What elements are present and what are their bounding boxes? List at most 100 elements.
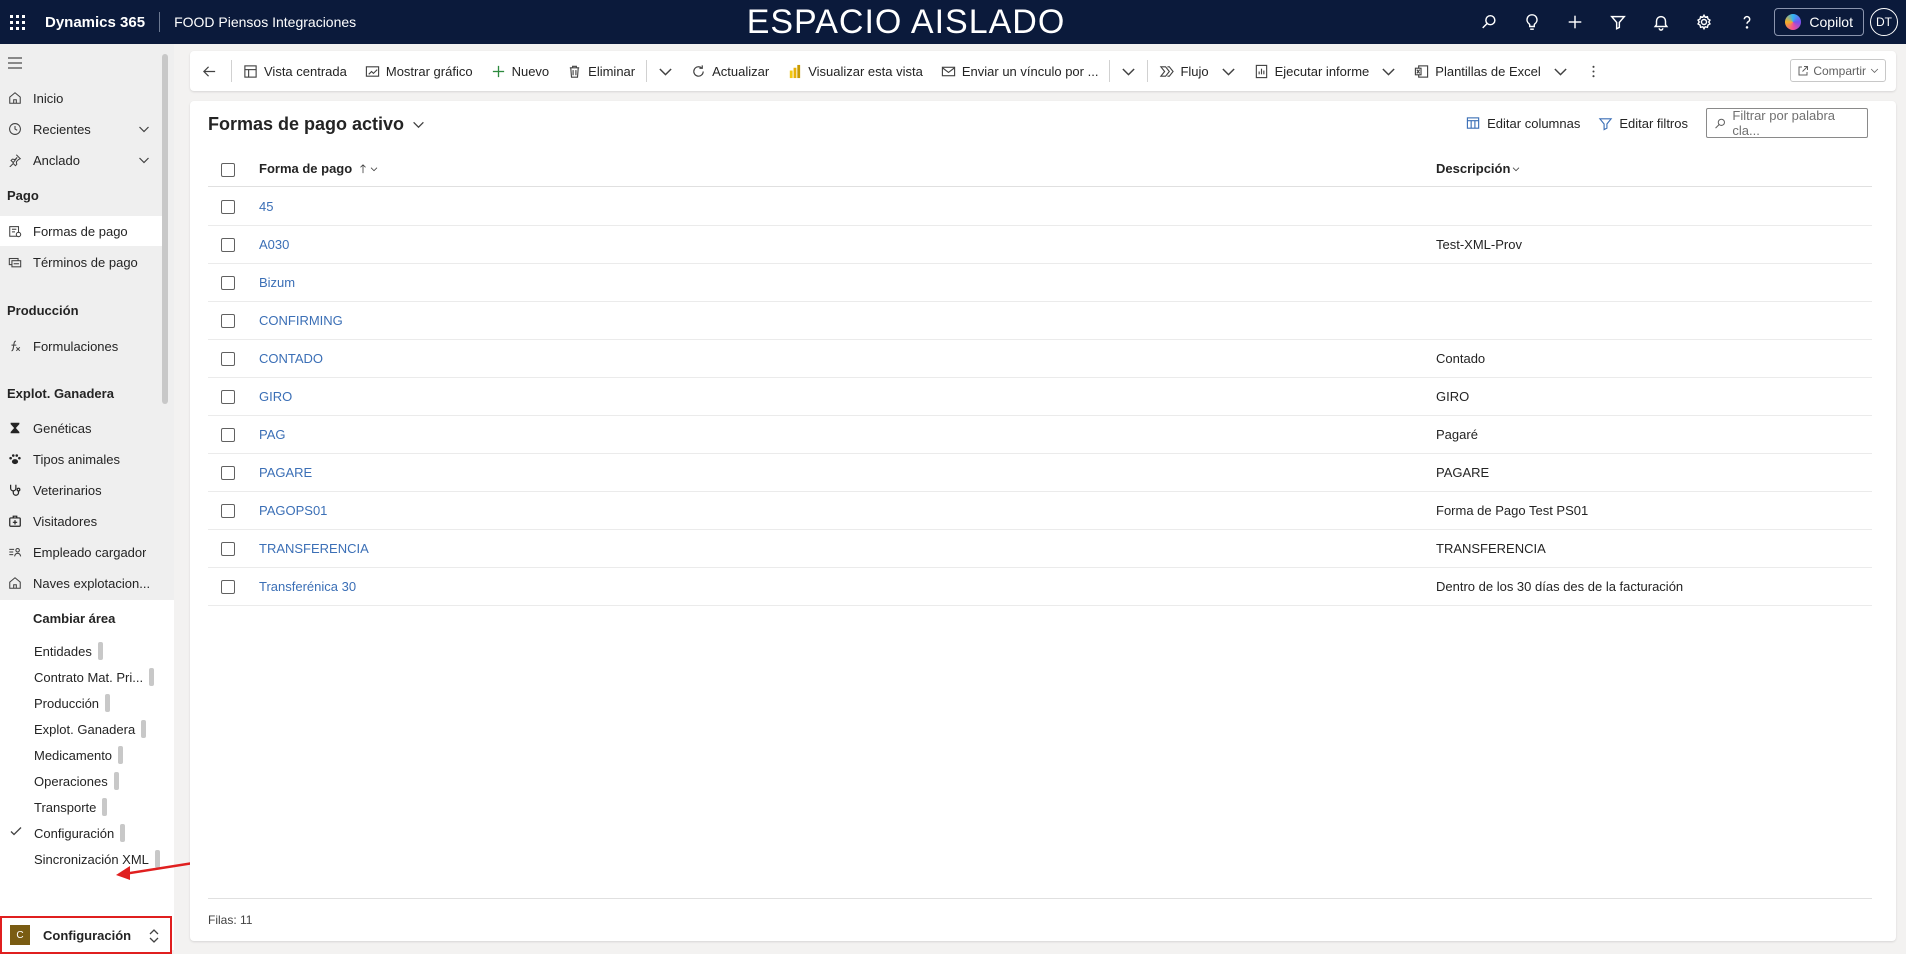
record-link[interactable]: Bizum bbox=[259, 275, 295, 290]
table-row[interactable]: PAG Pagaré bbox=[208, 416, 1872, 454]
row-checkbox[interactable] bbox=[221, 428, 235, 442]
search-icon[interactable] bbox=[1467, 0, 1510, 44]
row-checkbox[interactable] bbox=[221, 504, 235, 518]
keyword-filter-input[interactable]: Filtrar por palabra cla... bbox=[1706, 108, 1868, 138]
environment-name[interactable]: FOOD Piensos Integraciones bbox=[174, 14, 356, 30]
record-link[interactable]: Transferénica 30 bbox=[259, 579, 356, 594]
sidebar-item-loader-employee[interactable]: Empleado cargador bbox=[0, 537, 162, 567]
visualize-view-button[interactable]: Visualizar esta vista bbox=[778, 51, 932, 91]
area-item-transport[interactable]: Transporte bbox=[34, 797, 108, 817]
sidebar-item-veterinarians[interactable]: Veterinarios bbox=[0, 475, 162, 505]
sidebar-item-formulations[interactable]: Formulaciones bbox=[0, 331, 162, 361]
record-link[interactable]: CONFIRMING bbox=[259, 313, 343, 328]
email-link-button[interactable]: Enviar un vínculo por ... bbox=[932, 51, 1108, 91]
gear-icon[interactable] bbox=[1682, 0, 1725, 44]
row-checkbox[interactable] bbox=[221, 352, 235, 366]
row-checkbox[interactable] bbox=[221, 466, 235, 480]
row-checkbox[interactable] bbox=[221, 276, 235, 290]
row-checkbox[interactable] bbox=[221, 200, 235, 214]
sidebar-item-label: Inicio bbox=[33, 90, 64, 106]
record-link[interactable]: PAG bbox=[259, 427, 286, 442]
button-label: Nuevo bbox=[511, 63, 550, 79]
table-row[interactable]: PAGOPS01 Forma de Pago Test PS01 bbox=[208, 492, 1872, 530]
sidebar-item-genetics[interactable]: Genéticas bbox=[0, 413, 162, 443]
chevron-down-icon[interactable] bbox=[138, 123, 150, 135]
more-delete-options[interactable] bbox=[649, 51, 682, 91]
delete-button[interactable]: Eliminar bbox=[558, 51, 644, 91]
record-link[interactable]: TRANSFERENCIA bbox=[259, 541, 369, 556]
flow-button[interactable]: Flujo bbox=[1150, 51, 1244, 91]
area-item-production[interactable]: Producción bbox=[34, 693, 111, 713]
sidebar-item-label: Anclado bbox=[33, 152, 80, 168]
row-checkbox[interactable] bbox=[221, 542, 235, 556]
bell-icon[interactable] bbox=[1639, 0, 1682, 44]
run-report-button[interactable]: Ejecutar informe bbox=[1245, 51, 1406, 91]
record-link[interactable]: GIRO bbox=[259, 389, 292, 404]
table-row[interactable]: 45 bbox=[208, 188, 1872, 226]
user-avatar[interactable]: DT bbox=[1870, 8, 1898, 36]
sidebar-item-payment-methods[interactable]: Formas de pago bbox=[0, 216, 162, 246]
record-link[interactable]: PAGARE bbox=[259, 465, 312, 480]
sidebar-item-home[interactable]: Inicio bbox=[0, 83, 162, 113]
help-icon[interactable] bbox=[1725, 0, 1768, 44]
area-item-livestock[interactable]: Explot. Ganadera bbox=[34, 719, 147, 739]
area-item-operations[interactable]: Operaciones bbox=[34, 771, 119, 791]
column-header-payment-method[interactable]: Forma de pago bbox=[259, 151, 378, 186]
sidebar-item-pinned[interactable]: Anclado bbox=[0, 145, 162, 175]
show-chart-button[interactable]: Mostrar gráfico bbox=[356, 51, 482, 91]
filter-icon[interactable] bbox=[1596, 0, 1639, 44]
hamburger-icon[interactable] bbox=[8, 57, 22, 69]
sidebar-group-title: Explot. Ganadera bbox=[7, 386, 114, 401]
share-button[interactable]: Compartir bbox=[1790, 59, 1886, 82]
area-item-entities[interactable]: Entidades bbox=[34, 641, 103, 661]
more-commands-button[interactable] bbox=[1577, 51, 1610, 91]
table-row[interactable]: Bizum bbox=[208, 264, 1872, 302]
area-item-xml-sync[interactable]: Sincronización XML bbox=[34, 849, 160, 869]
plus-icon[interactable] bbox=[1553, 0, 1596, 44]
new-button[interactable]: Nuevo bbox=[482, 51, 559, 91]
sidebar-item-recent[interactable]: Recientes bbox=[0, 114, 162, 144]
view-selector[interactable]: Formas de pago activo bbox=[208, 114, 425, 135]
app-launcher-icon[interactable] bbox=[0, 0, 34, 44]
copilot-button[interactable]: Copilot bbox=[1774, 8, 1864, 36]
table-row[interactable]: CONFIRMING bbox=[208, 302, 1872, 340]
table-row[interactable]: Transferénica 30 Dentro de los 30 días de… bbox=[208, 568, 1872, 606]
record-link[interactable]: A030 bbox=[259, 237, 289, 252]
record-link[interactable]: 45 bbox=[259, 199, 273, 214]
lightbulb-icon[interactable] bbox=[1510, 0, 1553, 44]
app-name[interactable]: Dynamics 365 bbox=[45, 14, 145, 31]
area-item-medication[interactable]: Medicamento bbox=[34, 745, 124, 765]
row-checkbox[interactable] bbox=[221, 314, 235, 328]
record-link[interactable]: CONTADO bbox=[259, 351, 323, 366]
table-row[interactable]: A030 Test-XML-Prov bbox=[208, 226, 1872, 264]
table-row[interactable]: GIRO GIRO bbox=[208, 378, 1872, 416]
more-email-options[interactable] bbox=[1112, 51, 1145, 91]
sidebar-item-animal-types[interactable]: Tipos animales bbox=[0, 444, 162, 474]
area-switcher-button[interactable]: C Configuración bbox=[0, 916, 172, 954]
focused-view-button[interactable]: Vista centrada bbox=[234, 51, 356, 91]
area-item-configuration[interactable]: Configuración bbox=[34, 823, 126, 843]
row-checkbox[interactable] bbox=[221, 238, 235, 252]
divider bbox=[1109, 60, 1111, 82]
row-checkbox[interactable] bbox=[221, 580, 235, 594]
chevron-down-icon[interactable] bbox=[138, 154, 150, 166]
edit-columns-button[interactable]: Editar columnas bbox=[1466, 116, 1580, 131]
back-button[interactable] bbox=[190, 51, 229, 91]
table-row[interactable]: CONTADO Contado bbox=[208, 340, 1872, 378]
column-header-label: Descripción bbox=[1436, 161, 1511, 176]
select-all-checkbox[interactable] bbox=[221, 163, 235, 177]
record-link[interactable]: PAGOPS01 bbox=[259, 503, 327, 518]
table-row[interactable]: TRANSFERENCIA TRANSFERENCIA bbox=[208, 530, 1872, 568]
sidebar-item-payment-terms[interactable]: Términos de pago bbox=[0, 247, 162, 277]
refresh-button[interactable]: Actualizar bbox=[682, 51, 778, 91]
excel-templates-button[interactable]: Plantillas de Excel bbox=[1405, 51, 1577, 91]
row-checkbox[interactable] bbox=[221, 390, 235, 404]
employee-icon bbox=[2, 545, 28, 559]
sidebar-item-farm-sheds[interactable]: Naves explotacion... bbox=[0, 568, 162, 598]
sidebar-scrollbar[interactable] bbox=[162, 54, 168, 404]
sidebar-item-visitors[interactable]: Visitadores bbox=[0, 506, 162, 536]
area-item-contracts[interactable]: Contrato Mat. Pri... bbox=[34, 667, 155, 687]
edit-filters-button[interactable]: Editar filtros bbox=[1598, 116, 1688, 131]
table-row[interactable]: PAGARE PAGARE bbox=[208, 454, 1872, 492]
column-header-description[interactable]: Descripción bbox=[1436, 151, 1520, 186]
